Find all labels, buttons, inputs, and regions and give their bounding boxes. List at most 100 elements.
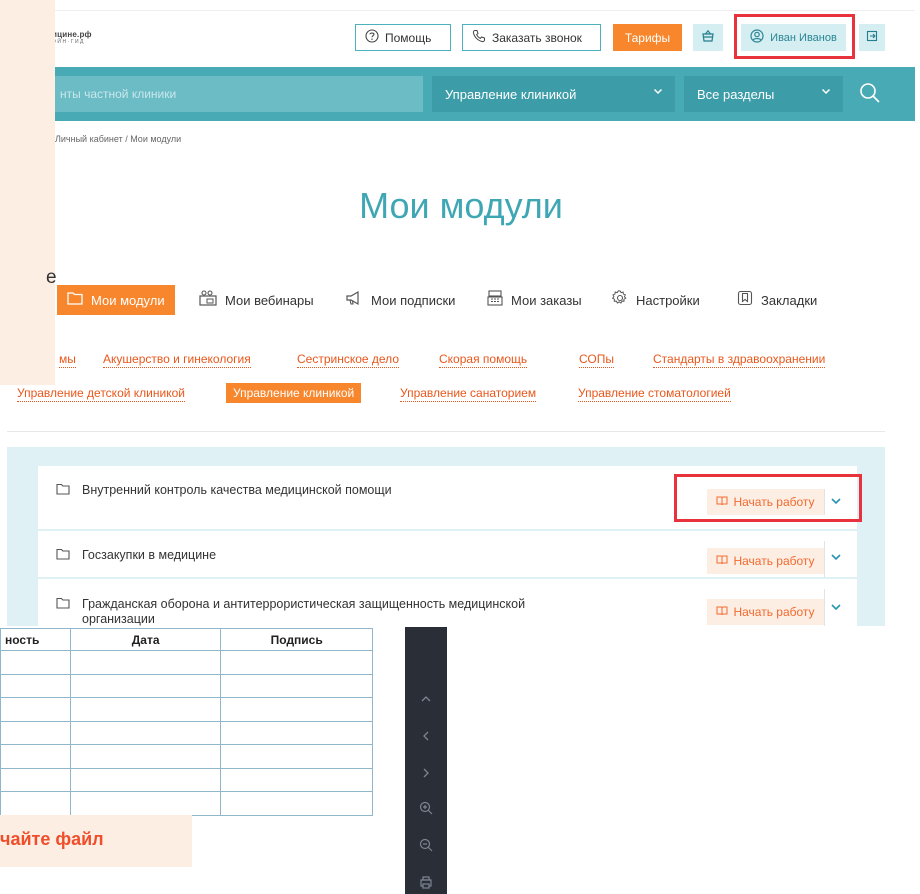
download-file-banner[interactable]: чайте файл <box>0 815 192 867</box>
logout-button[interactable] <box>859 24 885 51</box>
category-tag[interactable]: Скорая помощь <box>439 352 528 368</box>
help-button-label: Помощь <box>385 30 432 45</box>
megaphone-icon <box>345 290 363 310</box>
scroll-top-icon[interactable] <box>405 684 447 714</box>
category-select-value: Управление клиникой <box>445 86 577 102</box>
cart-button[interactable] <box>693 24 723 51</box>
folder-icon <box>67 291 83 309</box>
chevron-down-icon <box>830 551 842 565</box>
tab-label: Мои заказы <box>511 292 582 308</box>
document-viewer-toolbar <box>405 627 447 894</box>
gear-icon <box>611 290 628 310</box>
table-row <box>0 720 373 745</box>
webinar-icon <box>199 290 217 310</box>
tab-label: Мои вебинары <box>225 292 314 308</box>
user-profile-button[interactable]: Иван Иванов <box>741 24 846 51</box>
zoom-in-icon[interactable] <box>405 793 447 823</box>
expand-module-button[interactable] <box>826 545 846 571</box>
chevron-down-icon <box>821 86 831 99</box>
tab-settings[interactable]: Настройки <box>611 285 700 315</box>
separator <box>824 541 825 577</box>
start-work-button[interactable]: Начать работу <box>707 548 824 574</box>
overlay-panel: е <box>0 0 57 385</box>
search-icon[interactable] <box>859 82 881 110</box>
category-select[interactable]: Управление клиникой <box>432 76 675 112</box>
folder-icon <box>56 483 82 498</box>
category-tag[interactable]: СОПы <box>579 352 614 368</box>
category-tag[interactable]: Сестринское дело <box>297 352 399 368</box>
folder-icon <box>56 597 82 626</box>
print-icon[interactable] <box>405 867 447 894</box>
tab-my-subscriptions[interactable]: Мои подписки <box>345 285 455 315</box>
expand-module-button[interactable] <box>826 489 846 515</box>
logout-icon <box>866 30 878 45</box>
table-row <box>0 744 373 769</box>
tab-bookmarks[interactable]: Закладки <box>737 285 817 315</box>
tab-label: Закладки <box>761 292 818 308</box>
callback-button[interactable]: Заказать звонок <box>462 24 601 51</box>
table-row <box>0 673 373 698</box>
module-title[interactable]: Гражданская оборона и антитеррористическ… <box>56 597 525 626</box>
account-tabs: Мои модули Мои вебинары Мои подписки Мои… <box>7 285 915 315</box>
help-button[interactable]: Помощь <box>355 24 451 51</box>
search-bar: Управление клиникой Все разделы <box>7 67 915 121</box>
tab-label: Настройки <box>636 292 700 308</box>
table-row <box>0 791 373 816</box>
start-work-button[interactable]: Начать работу <box>707 489 824 515</box>
user-name-label: Иван Иванов <box>770 31 837 44</box>
page-title: Мои модули <box>359 185 563 226</box>
module-title[interactable]: Госзакупки в медицине <box>56 548 216 563</box>
expand-module-button[interactable] <box>826 595 846 621</box>
site-logo-tagline: ОЙН·ГИД <box>52 39 85 45</box>
cash-register-icon <box>487 290 503 310</box>
site-window: ицине.рф ОЙН·ГИД Помощь Заказать звонок … <box>7 10 915 626</box>
tab-label: Мои модули <box>91 292 165 308</box>
book-icon <box>716 555 728 568</box>
overlay-text-fragment: е <box>46 267 57 288</box>
help-circle-icon <box>365 29 379 46</box>
module-title[interactable]: Внутренний контроль качества медицинской… <box>56 483 392 498</box>
zoom-out-icon[interactable] <box>405 830 447 860</box>
tariffs-button[interactable]: Тарифы <box>613 24 682 51</box>
callback-button-label: Заказать звонок <box>492 30 582 45</box>
module-card: Гражданская оборона и антитеррористическ… <box>38 579 857 626</box>
book-icon <box>716 496 728 509</box>
tab-my-webinars[interactable]: Мои вебинары <box>199 285 314 315</box>
breadcrumb[interactable]: Личный кабинет / Мои модули <box>55 134 181 144</box>
category-tag[interactable]: мы <box>59 352 76 368</box>
separator <box>824 489 825 515</box>
site-header: ицине.рф ОЙН·ГИД Помощь Заказать звонок … <box>7 11 915 67</box>
separator <box>824 589 825 626</box>
screen: ность Дата Подпись чайте файл ицине.рф О… <box>0 0 920 894</box>
bookmark-icon <box>737 290 753 310</box>
download-file-text: чайте файл <box>0 829 104 849</box>
category-tag[interactable]: Управление санаторием <box>400 386 537 402</box>
chevron-down-icon <box>653 86 663 99</box>
book-icon <box>716 606 728 619</box>
module-card: Внутренний контроль качества медицинской… <box>38 466 857 529</box>
table-header-date: Дата <box>69 628 222 651</box>
next-page-icon[interactable] <box>405 758 447 788</box>
folder-icon <box>56 548 82 563</box>
chevron-down-icon <box>830 495 842 509</box>
start-work-button[interactable]: Начать работу <box>707 599 824 625</box>
table-header-position: ность <box>0 628 71 651</box>
category-tag-active[interactable]: Управление клиникой <box>226 383 362 403</box>
category-tag[interactable]: Управление детской клиникой <box>17 386 185 402</box>
table-header-signature: Подпись <box>220 628 373 651</box>
site-logo[interactable]: ицине.рф <box>52 30 92 39</box>
tab-my-modules[interactable]: Мои модули <box>57 285 175 315</box>
basket-icon <box>701 29 715 46</box>
category-tag[interactable]: Акушерство и гинекология <box>103 352 251 368</box>
search-input[interactable] <box>7 76 423 112</box>
table-row <box>0 650 373 675</box>
category-tag[interactable]: Управление стоматологией <box>578 386 731 402</box>
phone-icon <box>472 29 486 46</box>
table-row <box>0 767 373 792</box>
modules-panel: Внутренний контроль качества медицинской… <box>7 447 885 626</box>
tab-my-orders[interactable]: Мои заказы <box>487 285 582 315</box>
section-select[interactable]: Все разделы <box>684 76 843 112</box>
prev-page-icon[interactable] <box>405 721 447 751</box>
category-tag[interactable]: Стандарты в здравоохранении <box>653 352 826 368</box>
user-circle-icon <box>750 29 764 46</box>
